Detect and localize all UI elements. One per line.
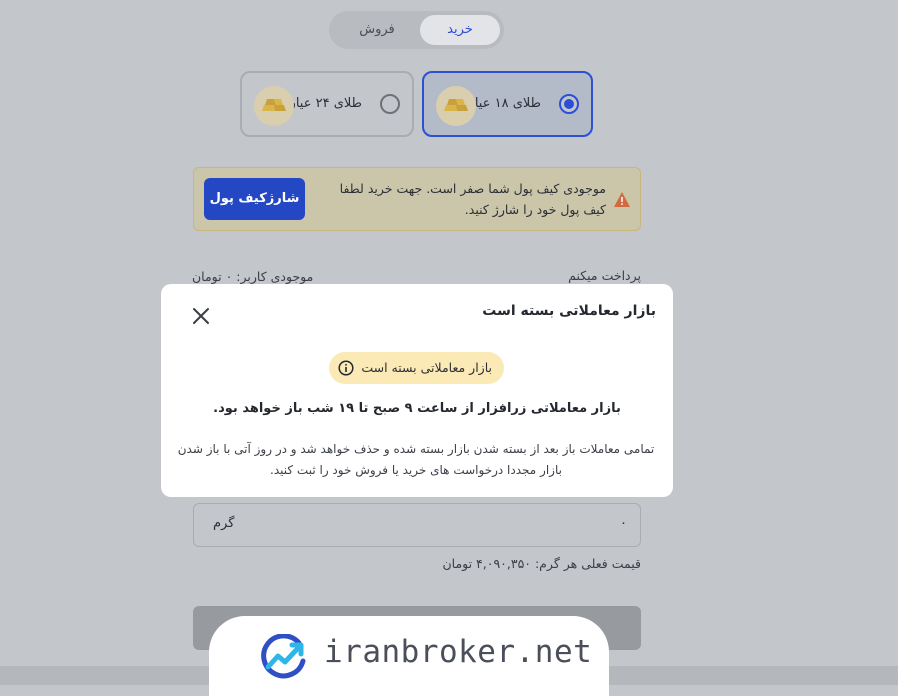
buy-sell-toggle: خرید فروش — [329, 11, 504, 49]
status-badge: بازار معاملاتی بسته است — [329, 352, 504, 384]
gram-input[interactable]: ۰ گرم — [193, 503, 641, 547]
gram-value: ۰ — [620, 516, 627, 531]
gold-24k-label: طلای ۲۴ عیار — [289, 96, 362, 111]
gram-unit: گرم — [213, 516, 235, 531]
close-icon[interactable] — [191, 306, 211, 326]
gold-bar-icon — [254, 86, 294, 126]
warning-icon — [614, 192, 630, 211]
gold-18k-option[interactable]: طلای ۱۸ عیار — [422, 71, 593, 137]
market-closed-modal: بازار معاملاتی بسته است بازار معاملاتی ب… — [161, 284, 673, 497]
modal-description: تمامی معاملات باز بعد از بسته شدن بازار … — [177, 442, 655, 477]
pay-label: پرداخت میکنم — [568, 268, 641, 283]
modal-message: بازار معاملاتی زرافزار از ساعت ۹ صبح تا … — [213, 401, 621, 416]
current-price-label: قیمت فعلی هر گرم: ۴,۰۹۰,۳۵۰ تومان — [442, 556, 641, 571]
warning-text: موجودی کیف پول شما صفر است. جهت خرید لطف… — [339, 181, 606, 217]
gold-18k-label: طلای ۱۸ عیار — [468, 96, 541, 111]
charge-wallet-button[interactable]: شارژکیف پول — [204, 178, 305, 220]
trend-chart-icon — [259, 633, 309, 684]
user-balance-label: موجودی کاربر: ۰ تومان — [192, 269, 314, 284]
wallet-warning: موجودی کیف پول شما صفر است. جهت خرید لطف… — [193, 167, 641, 231]
gold-24k-option[interactable]: طلای ۲۴ عیار — [240, 71, 414, 137]
watermark: iranbroker.net — [209, 616, 609, 696]
status-badge-text: بازار معاملاتی بسته است — [361, 360, 492, 375]
info-icon — [338, 360, 354, 380]
tab-buy[interactable]: خرید — [420, 15, 500, 45]
gold-bar-icon — [436, 86, 476, 126]
modal-title: بازار معاملاتی بسته است — [482, 303, 656, 319]
tab-sell[interactable]: فروش — [337, 15, 417, 45]
watermark-text: iranbroker.net — [324, 634, 593, 670]
radio-unselected[interactable] — [380, 94, 400, 114]
radio-selected[interactable] — [559, 94, 579, 114]
